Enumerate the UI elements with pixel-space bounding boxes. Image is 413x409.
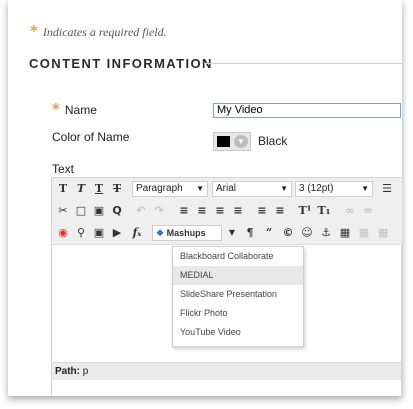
justify-icon[interactable]: ≡ <box>230 203 246 219</box>
subscript-icon[interactable]: T₁ <box>316 203 332 219</box>
table-icon[interactable]: ▦ <box>337 225 353 241</box>
text-editor: T T T T Paragraph ▼ Arial ▼ 3 (12pt) ▼ ☰ ✂ … <box>51 177 402 396</box>
chevron-down-icon: ▼ <box>280 184 288 193</box>
copy-icon[interactable]: □ <box>73 203 89 219</box>
find-icon[interactable]: Q <box>109 203 125 219</box>
content-form: * Indicates a required field. CONTENT INF… <box>8 0 402 396</box>
undo-icon[interactable]: ↶ <box>133 203 149 219</box>
required-note: * Indicates a required field. <box>30 22 167 40</box>
indent-icon[interactable]: ≡ <box>254 203 270 219</box>
menu-item-slideshare[interactable]: SlideShare Presentation <box>173 285 303 304</box>
font-select[interactable]: Arial ▼ <box>212 181 292 197</box>
path-bar: Path: p <box>52 362 401 380</box>
required-star-icon: * <box>52 100 60 118</box>
section-divider <box>204 63 402 64</box>
align-right-icon[interactable]: ≡ <box>212 203 228 219</box>
outdent-icon[interactable]: ≡ <box>272 203 288 219</box>
chevron-down-icon: ▼ <box>196 184 204 193</box>
size-select[interactable]: 3 (12pt) ▼ <box>295 181 373 197</box>
table-cell-icon[interactable]: ▦ <box>375 225 391 241</box>
chevron-down-icon: ▼ <box>234 135 248 148</box>
link-icon[interactable]: ∞ <box>342 203 358 219</box>
italic-icon[interactable]: T <box>73 181 89 197</box>
color-picker-button[interactable]: ▼ <box>213 132 251 151</box>
copyright-icon[interactable]: © <box>280 225 296 241</box>
section-title: CONTENT INFORMATION <box>29 56 213 71</box>
name-label: * Name <box>52 100 97 118</box>
paste-icon[interactable]: ▣ <box>91 203 107 219</box>
attachment-icon[interactable]: ⚲ <box>73 225 89 241</box>
font-select-value: Arial <box>216 183 237 194</box>
unlink-icon[interactable]: ∞ <box>360 203 376 219</box>
chevron-down-icon[interactable]: ▼ <box>224 225 240 241</box>
mashups-button-label: Mashups <box>166 228 206 238</box>
required-star-icon: * <box>30 22 38 40</box>
toolbar-row-3: ◉ ⚲ ▣ ▶ fₓ ❖ Mashups ▼ ¶ “ © ☺ ⚓ ▦ ▦ ▦ <box>52 222 402 245</box>
bullet-list-icon[interactable]: ☰ <box>379 181 395 197</box>
menu-item-blackboard-collaborate[interactable]: Blackboard Collaborate <box>173 247 303 266</box>
menu-item-youtube[interactable]: YouTube Video <box>173 323 303 342</box>
toolbar-row-1: T T T T Paragraph ▼ Arial ▼ 3 (12pt) ▼ ☰ <box>52 178 402 201</box>
bold-icon[interactable]: T <box>55 181 71 197</box>
chevron-down-icon: ▼ <box>361 184 369 193</box>
cut-icon[interactable]: ✂ <box>55 203 71 219</box>
mashups-button[interactable]: ❖ Mashups <box>152 225 222 241</box>
align-center-icon[interactable]: ≡ <box>194 203 210 219</box>
underline-icon[interactable]: T <box>91 181 107 197</box>
quote-icon[interactable]: “ <box>261 225 277 241</box>
size-select-value: 3 (12pt) <box>299 183 334 194</box>
paragraph-select[interactable]: Paragraph ▼ <box>132 181 208 197</box>
paragraph-mark-icon[interactable]: ¶ <box>242 225 258 241</box>
anchor-icon[interactable]: ⚓ <box>318 225 334 241</box>
emoticon-icon[interactable]: ☺ <box>299 225 315 241</box>
color-label: Color of Name <box>52 130 130 144</box>
strikethrough-icon[interactable]: T <box>109 181 125 197</box>
mashups-menu: Blackboard Collaborate MEDIAL SlideShare… <box>172 246 304 347</box>
mashups-icon: ❖ <box>156 228 165 238</box>
name-label-text: Name <box>64 103 97 117</box>
color-swatch <box>217 136 230 147</box>
menu-item-flickr[interactable]: Flickr Photo <box>173 304 303 323</box>
formula-icon[interactable]: fₓ <box>129 225 145 241</box>
image-icon[interactable]: ▣ <box>91 225 107 241</box>
menu-item-medial[interactable]: MEDIAL <box>173 266 303 285</box>
media-icon[interactable]: ▶ <box>109 225 125 241</box>
superscript-icon[interactable]: T¹ <box>297 203 313 219</box>
required-note-text: Indicates a required field. <box>42 25 167 39</box>
color-value: Black <box>258 134 288 148</box>
path-label: Path: <box>55 366 80 377</box>
table-props-icon[interactable]: ▦ <box>356 225 372 241</box>
toolbar-row-2: ✂ □ ▣ Q ↶ ↷ ≡ ≡ ≡ ≡ ≡ ≡ T¹ T₁ ∞ ∞ <box>52 200 402 223</box>
redo-icon[interactable]: ↷ <box>151 203 167 219</box>
path-value: p <box>82 366 89 377</box>
text-label: Text <box>52 162 75 176</box>
name-input[interactable]: My Video <box>213 103 401 118</box>
align-left-icon[interactable]: ≡ <box>176 203 192 219</box>
record-icon[interactable]: ◉ <box>55 225 71 241</box>
paragraph-select-value: Paragraph <box>136 183 183 194</box>
